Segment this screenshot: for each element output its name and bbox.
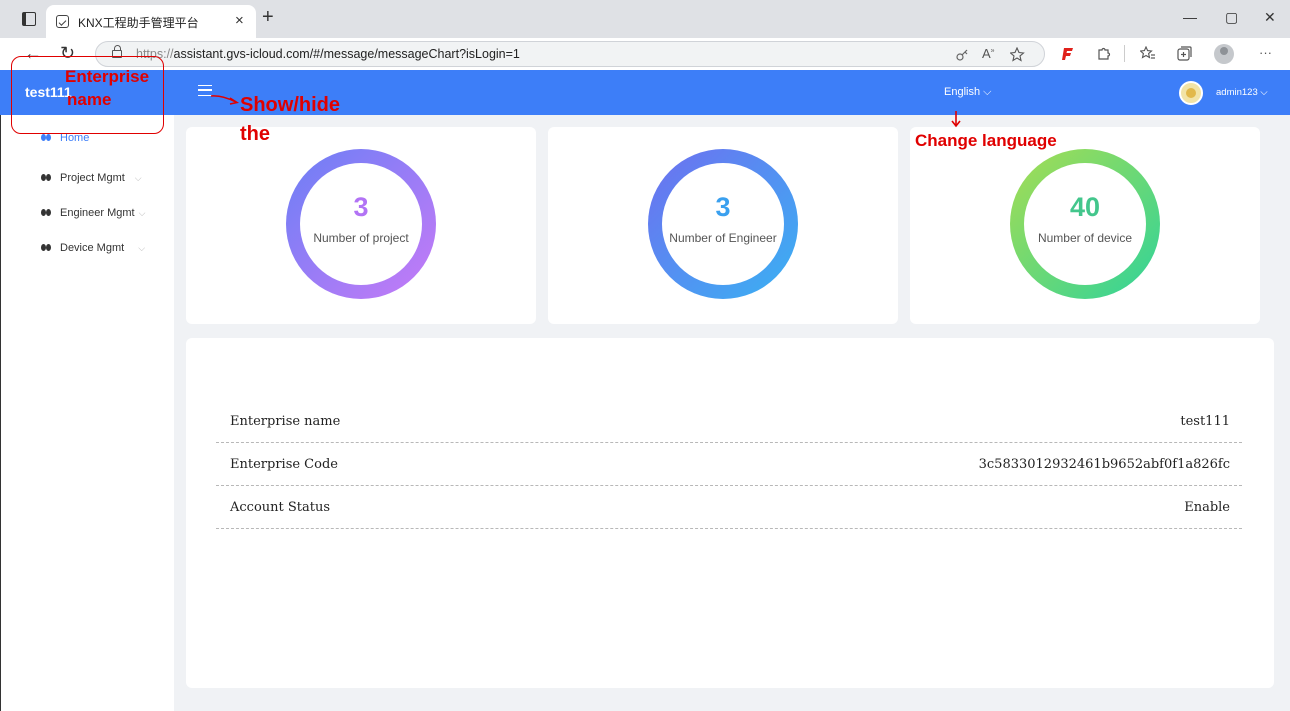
info-row-enterprise-name: Enterprise name test111 (216, 400, 1242, 443)
favorites-icon[interactable] (1140, 46, 1156, 61)
annotation-show-hide-line1: Show/hide (240, 94, 340, 116)
language-selector[interactable]: English ⌵ (944, 86, 991, 99)
key-icon[interactable] (956, 48, 969, 61)
progress-ring (648, 149, 798, 299)
info-value: test111 (1180, 414, 1230, 429)
url-text[interactable]: https://assistant.gvs-icloud.com/#/messa… (136, 47, 520, 61)
tab-close-icon[interactable]: × (235, 12, 244, 29)
chevron-down-icon: ⌵ (134, 173, 142, 183)
avatar[interactable] (1179, 81, 1203, 105)
stat-card-engineer: 3 Number of Engineer (548, 127, 898, 324)
stat-label: Number of project (313, 231, 409, 245)
dashboard-icon (41, 133, 52, 142)
annotation-enterprise-name-line2: name (67, 90, 112, 109)
annotation-show-hide-line2: the (240, 123, 270, 145)
annotation-enterprise-name-line1: Enterprise (65, 67, 150, 86)
stat-value: 3 (715, 192, 731, 222)
profile-icon[interactable] (1214, 44, 1234, 64)
sidebar-item-device-mgmt[interactable]: Device Mgmt ⌵ (41, 242, 145, 258)
extension-f-icon[interactable] (1062, 47, 1074, 61)
info-value: 3c5833012932461b9652abf0f1a826fc (978, 457, 1230, 472)
tab-title: KNX工程助手管理平台 (78, 16, 199, 30)
collections-icon[interactable] (1177, 46, 1192, 61)
sidebar-item-engineer-mgmt[interactable]: Engineer Mgmt ⌵ (41, 207, 145, 223)
dashboard-icon (41, 208, 52, 217)
stat-card-project: 3 Number of project (186, 127, 536, 324)
progress-ring (1010, 149, 1160, 299)
annotation-arrow-icon (210, 95, 240, 105)
read-aloud-icon[interactable]: A» (982, 46, 995, 61)
address-bar[interactable]: https://assistant.gvs-icloud.com/#/messa… (95, 41, 1045, 67)
info-row-enterprise-code: Enterprise Code 3c5833012932461b9652abf0… (216, 443, 1242, 486)
stat-label: Number of Engineer (669, 231, 777, 245)
main-content: 3 Number of project 3 Number of Engineer… (174, 115, 1290, 711)
stat-value: 40 (1069, 192, 1101, 222)
chevron-down-icon: ⌵ (138, 208, 146, 218)
stat-card-device: 40 Number of device (910, 127, 1260, 324)
annotation-arrow-down-icon (951, 111, 961, 128)
toolbar-divider (1124, 45, 1125, 62)
browser-tab-bar: KNX工程助手管理平台 × + — ▢ ✕ (0, 0, 1290, 38)
screen: KNX工程助手管理平台 × + — ▢ ✕ ← ↻ https://assist… (0, 0, 1290, 711)
enterprise-info-card: Enterprise name test111 Enterprise Code … (186, 338, 1274, 688)
stat-label: Number of device (1037, 231, 1133, 245)
sidebar: Home Project Mgmt ⌵ Engineer Mgmt ⌵ Device… (0, 115, 174, 711)
favicon-icon (56, 15, 69, 28)
sidebar-item-project-mgmt[interactable]: Project Mgmt ⌵ (41, 172, 142, 188)
maximize-button[interactable]: ▢ (1225, 9, 1238, 26)
stat-value: 3 (353, 192, 369, 222)
browser-toolbar: ← ↻ https://assistant.gvs-icloud.com/#/m… (0, 38, 1290, 70)
user-menu[interactable]: admin123 ⌵ (1216, 87, 1268, 98)
info-label: Account Status (230, 500, 331, 515)
favorites-add-icon[interactable] (1010, 47, 1025, 62)
info-value: Enable (1184, 500, 1230, 515)
more-icon[interactable]: ··· (1259, 45, 1272, 61)
app-header: test111 English ⌵ admin123 ⌵ (0, 70, 1290, 115)
sidebar-item-home[interactable]: Home (41, 132, 89, 148)
new-tab-button[interactable]: + (262, 7, 274, 27)
info-row-account-status: Account Status Enable (216, 486, 1242, 529)
annotation-change-language: Change language (915, 131, 1057, 150)
browser-tab[interactable]: KNX工程助手管理平台 × (46, 5, 256, 38)
extensions-icon[interactable] (1096, 46, 1111, 61)
progress-ring (286, 149, 436, 299)
minimize-button[interactable]: — (1183, 9, 1197, 25)
info-label: Enterprise name (230, 414, 341, 429)
chevron-down-icon: ⌵ (138, 243, 146, 253)
info-label: Enterprise Code (230, 457, 338, 472)
dashboard-icon (41, 243, 52, 252)
dashboard-icon (41, 173, 52, 182)
close-window-button[interactable]: ✕ (1264, 9, 1276, 26)
tab-actions-icon[interactable] (22, 12, 36, 26)
